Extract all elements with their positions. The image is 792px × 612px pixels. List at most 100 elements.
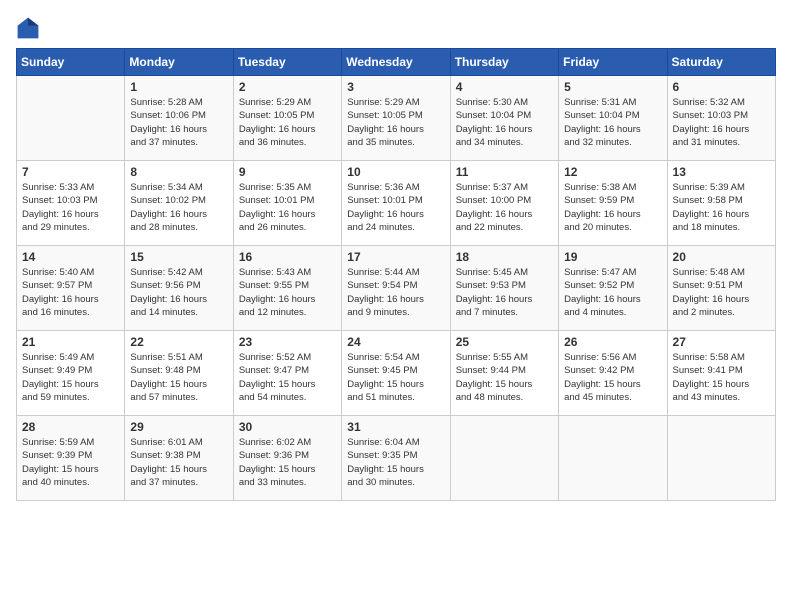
day-number: 1 <box>130 80 227 94</box>
page-header <box>16 16 776 40</box>
day-number: 3 <box>347 80 444 94</box>
calendar-cell: 12Sunrise: 5:38 AM Sunset: 9:59 PM Dayli… <box>559 161 667 246</box>
day-number: 28 <box>22 420 119 434</box>
week-row-3: 14Sunrise: 5:40 AM Sunset: 9:57 PM Dayli… <box>17 246 776 331</box>
weekday-header-thursday: Thursday <box>450 49 558 76</box>
day-number: 17 <box>347 250 444 264</box>
day-number: 15 <box>130 250 227 264</box>
calendar-cell: 20Sunrise: 5:48 AM Sunset: 9:51 PM Dayli… <box>667 246 775 331</box>
day-number: 9 <box>239 165 336 179</box>
day-info: Sunrise: 5:43 AM Sunset: 9:55 PM Dayligh… <box>239 266 336 319</box>
day-number: 22 <box>130 335 227 349</box>
day-number: 5 <box>564 80 661 94</box>
weekday-header-saturday: Saturday <box>667 49 775 76</box>
day-number: 30 <box>239 420 336 434</box>
week-row-5: 28 Sunrise: 5:59 AM Sunset: 9:39 PM Dayli… <box>17 416 776 501</box>
calendar-cell: 26 Sunrise: 5:56 AM Sunset: 9:42 PM Dayli… <box>559 331 667 416</box>
calendar-cell: 29 Sunrise: 6:01 AM Sunset: 9:38 PM Dayli… <box>125 416 233 501</box>
day-number: 6 <box>673 80 770 94</box>
day-number: 20 <box>673 250 770 264</box>
weekday-header-monday: Monday <box>125 49 233 76</box>
day-info: Sunrise: 5:52 AM Sunset: 9:47 PM Dayligh… <box>239 351 336 404</box>
week-row-4: 21 Sunrise: 5:49 AM Sunset: 9:49 PM Dayli… <box>17 331 776 416</box>
day-info: Sunrise: 6:01 AM Sunset: 9:38 PM Dayligh… <box>130 436 227 489</box>
day-info: Sunrise: 5:32 AM Sunset: 10:03 PM Daylig… <box>673 96 770 149</box>
calendar-table: SundayMondayTuesdayWednesdayThursdayFrid… <box>16 48 776 501</box>
calendar-cell: 2 Sunrise: 5:29 AM Sunset: 10:05 PM Dayli… <box>233 76 341 161</box>
calendar-cell: 31Sunrise: 6:04 AM Sunset: 9:35 PM Dayli… <box>342 416 450 501</box>
calendar-cell <box>17 76 125 161</box>
day-number: 8 <box>130 165 227 179</box>
day-info: Sunrise: 5:35 AM Sunset: 10:01 PM Daylig… <box>239 181 336 234</box>
weekday-header-sunday: Sunday <box>17 49 125 76</box>
day-number: 29 <box>130 420 227 434</box>
calendar-cell: 15 Sunrise: 5:42 AM Sunset: 9:56 PM Dayli… <box>125 246 233 331</box>
calendar-cell: 1 Sunrise: 5:28 AM Sunset: 10:06 PM Dayli… <box>125 76 233 161</box>
calendar-cell: 7 Sunrise: 5:33 AM Sunset: 10:03 PM Dayli… <box>17 161 125 246</box>
day-info: Sunrise: 5:45 AM Sunset: 9:53 PM Dayligh… <box>456 266 553 319</box>
day-info: Sunrise: 5:56 AM Sunset: 9:42 PM Dayligh… <box>564 351 661 404</box>
day-info: Sunrise: 5:28 AM Sunset: 10:06 PM Daylig… <box>130 96 227 149</box>
day-number: 2 <box>239 80 336 94</box>
day-info: Sunrise: 5:29 AM Sunset: 10:05 PM Daylig… <box>347 96 444 149</box>
day-info: Sunrise: 5:29 AM Sunset: 10:05 PM Daylig… <box>239 96 336 149</box>
day-number: 7 <box>22 165 119 179</box>
logo <box>16 16 44 40</box>
calendar-cell: 16Sunrise: 5:43 AM Sunset: 9:55 PM Dayli… <box>233 246 341 331</box>
calendar-cell: 24 Sunrise: 5:54 AM Sunset: 9:45 PM Dayli… <box>342 331 450 416</box>
calendar-cell: 11 Sunrise: 5:37 AM Sunset: 10:00 PM Dayl… <box>450 161 558 246</box>
day-info: Sunrise: 5:44 AM Sunset: 9:54 PM Dayligh… <box>347 266 444 319</box>
calendar-cell: 27Sunrise: 5:58 AM Sunset: 9:41 PM Dayli… <box>667 331 775 416</box>
day-number: 19 <box>564 250 661 264</box>
day-number: 11 <box>456 165 553 179</box>
day-info: Sunrise: 5:30 AM Sunset: 10:04 PM Daylig… <box>456 96 553 149</box>
day-number: 24 <box>347 335 444 349</box>
calendar-cell: 22 Sunrise: 5:51 AM Sunset: 9:48 PM Dayli… <box>125 331 233 416</box>
day-info: Sunrise: 5:39 AM Sunset: 9:58 PM Dayligh… <box>673 181 770 234</box>
calendar-cell: 28 Sunrise: 5:59 AM Sunset: 9:39 PM Dayli… <box>17 416 125 501</box>
day-info: Sunrise: 5:34 AM Sunset: 10:02 PM Daylig… <box>130 181 227 234</box>
day-number: 26 <box>564 335 661 349</box>
calendar-cell <box>667 416 775 501</box>
day-number: 21 <box>22 335 119 349</box>
calendar-cell: 13Sunrise: 5:39 AM Sunset: 9:58 PM Dayli… <box>667 161 775 246</box>
calendar-cell: 30 Sunrise: 6:02 AM Sunset: 9:36 PM Dayli… <box>233 416 341 501</box>
day-info: Sunrise: 5:38 AM Sunset: 9:59 PM Dayligh… <box>564 181 661 234</box>
calendar-cell: 3 Sunrise: 5:29 AM Sunset: 10:05 PM Dayli… <box>342 76 450 161</box>
calendar-cell: 4Sunrise: 5:30 AM Sunset: 10:04 PM Dayli… <box>450 76 558 161</box>
calendar-cell: 5 Sunrise: 5:31 AM Sunset: 10:04 PM Dayli… <box>559 76 667 161</box>
calendar-cell: 14Sunrise: 5:40 AM Sunset: 9:57 PM Dayli… <box>17 246 125 331</box>
logo-icon <box>16 16 40 40</box>
weekday-header-tuesday: Tuesday <box>233 49 341 76</box>
day-number: 27 <box>673 335 770 349</box>
calendar-cell: 18 Sunrise: 5:45 AM Sunset: 9:53 PM Dayli… <box>450 246 558 331</box>
day-info: Sunrise: 5:59 AM Sunset: 9:39 PM Dayligh… <box>22 436 119 489</box>
day-info: Sunrise: 5:42 AM Sunset: 9:56 PM Dayligh… <box>130 266 227 319</box>
calendar-cell: 10Sunrise: 5:36 AM Sunset: 10:01 PM Dayl… <box>342 161 450 246</box>
day-number: 18 <box>456 250 553 264</box>
day-info: Sunrise: 5:54 AM Sunset: 9:45 PM Dayligh… <box>347 351 444 404</box>
calendar-cell: 8 Sunrise: 5:34 AM Sunset: 10:02 PM Dayli… <box>125 161 233 246</box>
day-info: Sunrise: 6:02 AM Sunset: 9:36 PM Dayligh… <box>239 436 336 489</box>
day-info: Sunrise: 5:33 AM Sunset: 10:03 PM Daylig… <box>22 181 119 234</box>
week-row-2: 7 Sunrise: 5:33 AM Sunset: 10:03 PM Dayli… <box>17 161 776 246</box>
calendar-cell: 17 Sunrise: 5:44 AM Sunset: 9:54 PM Dayli… <box>342 246 450 331</box>
calendar-cell: 23 Sunrise: 5:52 AM Sunset: 9:47 PM Dayli… <box>233 331 341 416</box>
weekday-header-friday: Friday <box>559 49 667 76</box>
day-info: Sunrise: 5:47 AM Sunset: 9:52 PM Dayligh… <box>564 266 661 319</box>
day-number: 10 <box>347 165 444 179</box>
day-info: Sunrise: 5:31 AM Sunset: 10:04 PM Daylig… <box>564 96 661 149</box>
weekday-header-wednesday: Wednesday <box>342 49 450 76</box>
day-number: 31 <box>347 420 444 434</box>
day-info: Sunrise: 5:40 AM Sunset: 9:57 PM Dayligh… <box>22 266 119 319</box>
day-info: Sunrise: 5:37 AM Sunset: 10:00 PM Daylig… <box>456 181 553 234</box>
calendar-cell: 21 Sunrise: 5:49 AM Sunset: 9:49 PM Dayli… <box>17 331 125 416</box>
day-info: Sunrise: 5:49 AM Sunset: 9:49 PM Dayligh… <box>22 351 119 404</box>
week-row-1: 1 Sunrise: 5:28 AM Sunset: 10:06 PM Dayli… <box>17 76 776 161</box>
day-info: Sunrise: 5:55 AM Sunset: 9:44 PM Dayligh… <box>456 351 553 404</box>
day-info: Sunrise: 5:51 AM Sunset: 9:48 PM Dayligh… <box>130 351 227 404</box>
calendar-cell <box>450 416 558 501</box>
day-number: 23 <box>239 335 336 349</box>
calendar-cell: 25Sunrise: 5:55 AM Sunset: 9:44 PM Dayli… <box>450 331 558 416</box>
calendar-cell: 19 Sunrise: 5:47 AM Sunset: 9:52 PM Dayli… <box>559 246 667 331</box>
